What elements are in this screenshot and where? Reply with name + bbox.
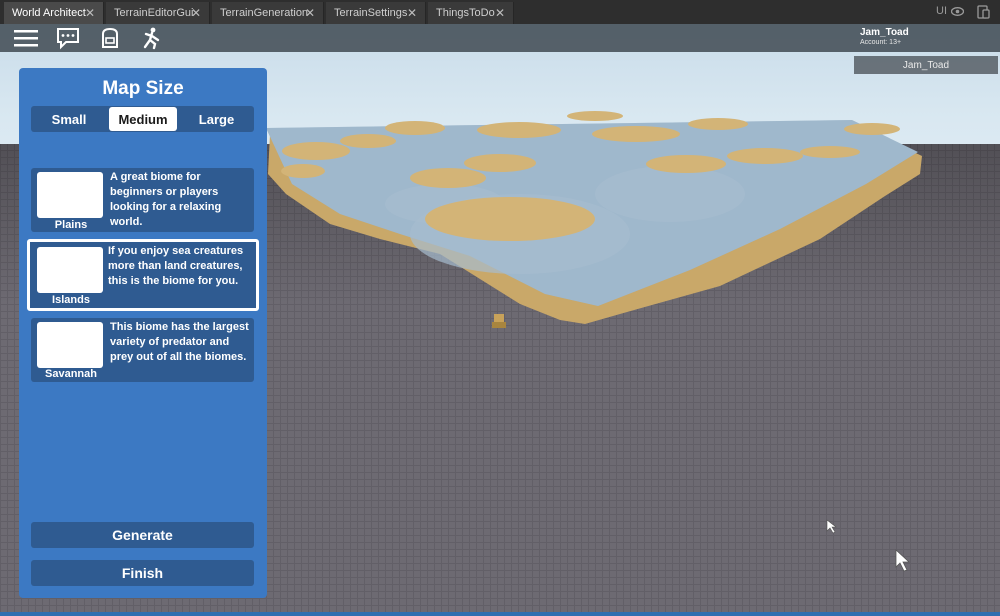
biome-thumbnail (37, 247, 103, 293)
biome-card-islands[interactable]: Islands If you enjoy sea creatures more … (27, 239, 259, 311)
biome-name: Plains (54, 219, 88, 231)
size-large-button[interactable]: Large (179, 106, 254, 132)
close-icon[interactable]: ✕ (191, 6, 201, 20)
tab-label: TerrainGeneration (220, 7, 309, 19)
tab-label: TerrainSettings (334, 7, 408, 19)
biome-description: If you enjoy sea creatures more than lan… (108, 245, 244, 287)
menu-icon[interactable] (12, 26, 40, 50)
game-viewport[interactable]: Jam_Toad Account: 13+ Jam_Toad Map Size … (0, 24, 1000, 616)
finish-button[interactable]: Finish (31, 560, 254, 586)
studio-tab-bar: World Architect ✕ TerrainEditorGui ✕ Ter… (0, 0, 1000, 25)
viewport-border (0, 612, 1000, 616)
biome-description: This biome has the largest variety of pr… (110, 321, 249, 363)
tab-things-to-do[interactable]: ThingsToDo ✕ (428, 2, 514, 24)
player-list-entry[interactable]: Jam_Toad (854, 56, 998, 74)
size-medium-button[interactable]: Medium (109, 107, 177, 131)
tab-world-architect[interactable]: World Architect ✕ (4, 2, 104, 24)
tab-label: TerrainEditorGui (114, 7, 194, 19)
roblox-topbar: Jam_Toad Account: 13+ (0, 24, 1000, 52)
tab-terrain-settings[interactable]: TerrainSettings ✕ (326, 2, 426, 24)
eye-icon (951, 6, 964, 16)
account-info: Jam_Toad Account: 13+ (860, 27, 909, 46)
tab-terrain-generation[interactable]: TerrainGeneration ✕ (212, 2, 324, 24)
close-icon[interactable]: ✕ (85, 6, 95, 20)
map-size-panel: Map Size Small Medium Large Plains A gre… (19, 68, 267, 598)
biome-name: Islands (52, 294, 90, 306)
device-icon[interactable] (976, 5, 990, 19)
biome-card-savannah[interactable]: Savannah This biome has the largest vari… (31, 318, 254, 382)
close-icon[interactable]: ✕ (495, 6, 505, 20)
account-name: Jam_Toad (860, 27, 909, 38)
chat-icon[interactable] (54, 26, 82, 50)
biome-card-plains[interactable]: Plains A great biome for beginners or pl… (31, 168, 254, 232)
ui-visibility-toggle[interactable]: UI (936, 5, 964, 17)
biome-thumbnail (37, 322, 103, 368)
tab-label: World Architect (12, 7, 86, 19)
account-age-label: Account: 13+ (860, 39, 902, 46)
tab-label: ThingsToDo (436, 7, 495, 19)
close-icon[interactable]: ✕ (407, 6, 417, 20)
biome-description: A great biome for beginners or players l… (110, 171, 222, 228)
size-small-button[interactable]: Small (31, 106, 107, 132)
tab-terrain-editor-gui[interactable]: TerrainEditorGui ✕ (106, 2, 210, 24)
map-size-selector: Small Medium Large (31, 106, 254, 132)
emote-icon[interactable] (138, 26, 166, 50)
panel-title: Map Size (102, 78, 184, 99)
generate-button[interactable]: Generate (31, 522, 254, 548)
player-avatar (492, 314, 506, 328)
biome-thumbnail (37, 172, 103, 218)
ui-toggle-label: UI (936, 5, 947, 17)
backpack-icon[interactable] (96, 26, 124, 50)
close-icon[interactable]: ✕ (305, 6, 315, 20)
biome-name: Savannah (45, 368, 97, 380)
